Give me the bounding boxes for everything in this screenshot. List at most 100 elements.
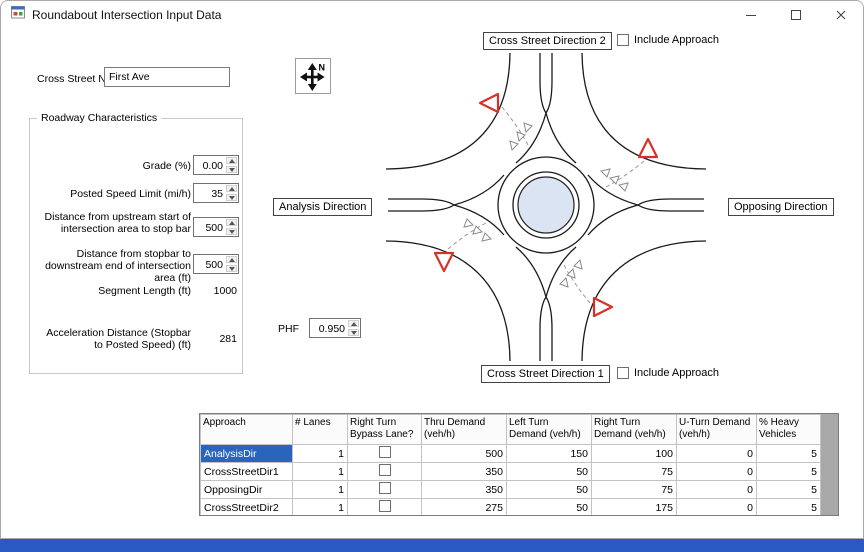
cross-street-name-input[interactable] bbox=[104, 67, 230, 87]
spinner-up-icon bbox=[228, 220, 235, 225]
central-island bbox=[517, 176, 575, 234]
grade-spin-up[interactable] bbox=[226, 157, 237, 164]
cell-right[interactable]: 75 bbox=[591, 480, 677, 499]
titlebar: Roundabout Intersection Input Data bbox=[1, 1, 863, 29]
dist-up-spin-down[interactable] bbox=[226, 228, 237, 235]
spinner-down-icon bbox=[228, 167, 235, 172]
col-header-left[interactable]: Left Turn Demand (veh/h) bbox=[506, 414, 592, 445]
grade-label: Grade (%) bbox=[142, 160, 191, 172]
distance-upstream-value[interactable]: 500 bbox=[194, 218, 225, 236]
bypass-checkbox[interactable] bbox=[378, 464, 391, 476]
cell-bypass[interactable] bbox=[347, 444, 422, 463]
phf-spin-up[interactable] bbox=[348, 320, 359, 327]
cell-lanes[interactable]: 1 bbox=[292, 462, 348, 481]
distance-upstream-spinner[interactable]: 500 bbox=[193, 217, 239, 237]
cell-thru[interactable]: 350 bbox=[421, 462, 507, 481]
taskbar-strip bbox=[0, 539, 864, 552]
cell-lanes[interactable]: 1 bbox=[292, 498, 348, 515]
include-approach-bottom-checkbox[interactable] bbox=[617, 367, 629, 379]
spinner-up-icon bbox=[350, 321, 357, 326]
cell-bypass[interactable] bbox=[347, 462, 422, 481]
col-header-thru[interactable]: Thru Demand (veh/h) bbox=[421, 414, 507, 445]
cell-left[interactable]: 150 bbox=[506, 444, 592, 463]
table-row: AnalysisDir 1 500 150 100 0 5 bbox=[200, 444, 821, 463]
cell-uturn[interactable]: 0 bbox=[676, 462, 757, 481]
grade-spinner[interactable]: 0.00 bbox=[193, 155, 239, 175]
cell-left[interactable]: 50 bbox=[506, 498, 592, 515]
cell-approach[interactable]: CrossStreetDir2 bbox=[200, 498, 293, 515]
include-approach-top-checkbox[interactable] bbox=[617, 34, 629, 46]
cell-right[interactable]: 175 bbox=[591, 498, 677, 515]
cell-thru[interactable]: 500 bbox=[421, 444, 507, 463]
maximize-button[interactable] bbox=[773, 1, 818, 29]
north-label: N bbox=[319, 63, 326, 73]
col-header-heavy[interactable]: % Heavy Vehicles bbox=[756, 414, 821, 445]
spinner-up-icon bbox=[228, 158, 235, 163]
cell-uturn[interactable]: 0 bbox=[676, 444, 757, 463]
cell-heavy[interactable]: 5 bbox=[756, 498, 821, 515]
col-header-lanes[interactable]: # Lanes bbox=[292, 414, 348, 445]
cell-lanes[interactable]: 1 bbox=[292, 480, 348, 499]
distance-downstream-value[interactable]: 500 bbox=[194, 255, 225, 273]
posted-speed-value[interactable]: 35 bbox=[194, 184, 225, 202]
cell-left[interactable]: 50 bbox=[506, 480, 592, 499]
compass-icon: N bbox=[300, 63, 326, 91]
cell-thru[interactable]: 275 bbox=[421, 498, 507, 515]
segment-length-value: 1000 bbox=[213, 285, 237, 297]
compass-button[interactable]: N bbox=[295, 58, 331, 94]
window-controls bbox=[728, 1, 863, 29]
cell-bypass[interactable] bbox=[347, 480, 422, 499]
cell-bypass[interactable] bbox=[347, 498, 422, 515]
cell-heavy[interactable]: 5 bbox=[756, 480, 821, 499]
roundabout-diagram bbox=[386, 53, 706, 361]
cell-right[interactable]: 100 bbox=[591, 444, 677, 463]
close-button[interactable] bbox=[818, 1, 863, 29]
speed-spin-up[interactable] bbox=[226, 185, 237, 192]
bypass-checkbox[interactable] bbox=[378, 446, 391, 458]
table-row: CrossStreetDir1 1 350 50 75 0 5 bbox=[200, 462, 821, 481]
distance-downstream-spinner[interactable]: 500 bbox=[193, 254, 239, 274]
cross-street-direction-1-label: Cross Street Direction 1 bbox=[481, 365, 610, 383]
bypass-checkbox[interactable] bbox=[378, 500, 391, 512]
maximize-icon bbox=[790, 10, 801, 20]
dist-up-spin-up[interactable] bbox=[226, 219, 237, 226]
cell-lanes[interactable]: 1 bbox=[292, 444, 348, 463]
close-icon bbox=[836, 10, 845, 20]
cell-thru[interactable]: 350 bbox=[421, 480, 507, 499]
cell-left[interactable]: 50 bbox=[506, 462, 592, 481]
acceleration-distance-value: 281 bbox=[219, 333, 237, 345]
minimize-button[interactable] bbox=[728, 1, 773, 29]
posted-speed-label: Posted Speed Limit (mi/h) bbox=[70, 188, 191, 200]
dist-down-spin-up[interactable] bbox=[226, 256, 237, 263]
dialog-window: Roundabout Intersection Input Data Cross… bbox=[0, 0, 864, 539]
cell-heavy[interactable]: 5 bbox=[756, 462, 821, 481]
grade-spin-down[interactable] bbox=[226, 166, 237, 173]
cell-approach[interactable]: AnalysisDir bbox=[200, 444, 293, 463]
phf-spinner[interactable]: 0.950 bbox=[309, 318, 361, 338]
cell-approach[interactable]: OpposingDir bbox=[200, 480, 293, 499]
col-header-uturn[interactable]: U-Turn Demand (veh/h) bbox=[676, 414, 757, 445]
include-approach-bottom[interactable]: Include Approach bbox=[617, 367, 719, 379]
spinner-down-icon bbox=[228, 229, 235, 234]
dist-down-spin-down[interactable] bbox=[226, 265, 237, 272]
window-title: Roundabout Intersection Input Data bbox=[32, 8, 222, 22]
segment-length-label: Segment Length (ft) bbox=[98, 285, 191, 297]
include-approach-top[interactable]: Include Approach bbox=[617, 34, 719, 46]
bypass-checkbox[interactable] bbox=[378, 482, 391, 494]
col-header-bypass[interactable]: Right Turn Bypass Lane? bbox=[347, 414, 422, 445]
cell-heavy[interactable]: 5 bbox=[756, 444, 821, 463]
col-header-right[interactable]: Right Turn Demand (veh/h) bbox=[591, 414, 677, 445]
cell-uturn[interactable]: 0 bbox=[676, 498, 757, 515]
include-approach-bottom-label: Include Approach bbox=[634, 367, 720, 379]
cell-uturn[interactable]: 0 bbox=[676, 480, 757, 499]
distance-upstream-label: Distance from upstream start of intersec… bbox=[44, 211, 191, 235]
phf-value[interactable]: 0.950 bbox=[310, 319, 347, 337]
cell-approach[interactable]: CrossStreetDir1 bbox=[200, 462, 293, 481]
speed-spin-down[interactable] bbox=[226, 194, 237, 201]
grade-value[interactable]: 0.00 bbox=[194, 156, 225, 174]
cell-right[interactable]: 75 bbox=[591, 462, 677, 481]
header-row: Approach # Lanes Right Turn Bypass Lane?… bbox=[200, 414, 821, 445]
col-header-approach[interactable]: Approach bbox=[200, 414, 293, 445]
phf-spin-down[interactable] bbox=[348, 329, 359, 336]
posted-speed-spinner[interactable]: 35 bbox=[193, 183, 239, 203]
